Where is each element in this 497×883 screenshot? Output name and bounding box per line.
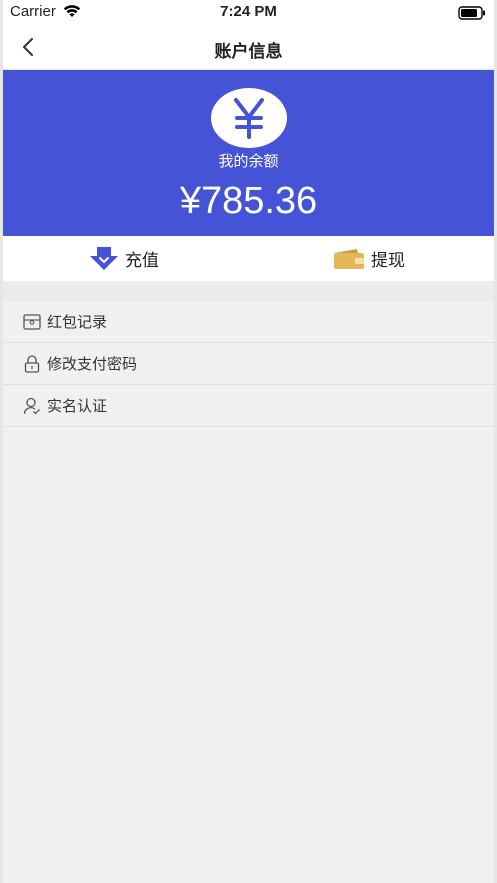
menu-item-label: 修改支付密码 (47, 355, 138, 373)
withdraw-button[interactable]: 提现 (333, 236, 405, 281)
menu-item-label: 红包记录 (47, 313, 108, 331)
balance-label: 我的余额 (218, 152, 279, 170)
lock-icon (22, 354, 42, 374)
yuan-coin-icon (210, 88, 287, 148)
menu-item-label: 实名认证 (47, 397, 108, 415)
app-screen: Carrier 7:24 PM 账户信息 我的余额 ¥785.36 充值 提现 … (0, 0, 497, 883)
settings-list: 红包记录 修改支付密码 实名认证 (3, 301, 494, 427)
user-verify-icon (22, 396, 42, 416)
recharge-label: 充值 (125, 251, 159, 271)
navigation-bar: 账户信息 (3, 26, 494, 70)
balance-header: 我的余额 ¥785.36 (3, 70, 494, 236)
battery-icon (458, 5, 486, 24)
clock: 7:24 PM (220, 3, 277, 20)
action-bar: 充值 提现 (3, 236, 494, 281)
menu-item-red-packet-records[interactable]: 红包记录 (3, 301, 494, 343)
section-divider (3, 281, 494, 301)
wallet-icon (334, 248, 364, 269)
menu-item-real-name-verification[interactable]: 实名认证 (3, 385, 494, 427)
balance-amount: ¥785.36 (179, 180, 318, 222)
menu-item-change-pay-password[interactable]: 修改支付密码 (3, 343, 494, 385)
page-title: 账户信息 (214, 42, 283, 62)
recharge-button[interactable]: 充值 (89, 236, 159, 281)
download-arrow-icon (90, 246, 118, 270)
withdraw-label: 提现 (371, 251, 405, 271)
status-bar: Carrier 7:24 PM (3, 0, 494, 26)
red-packet-icon (22, 312, 42, 332)
